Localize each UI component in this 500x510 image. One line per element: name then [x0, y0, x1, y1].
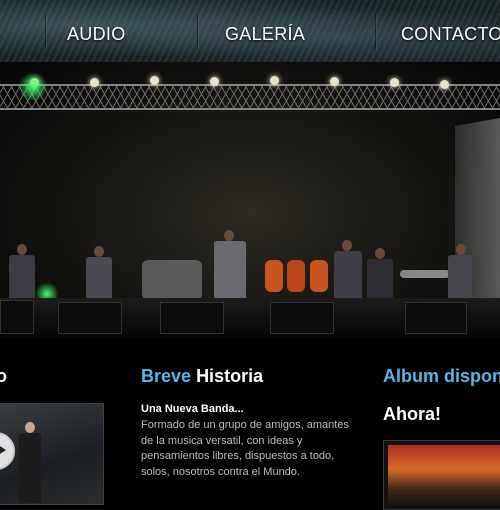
play-icon[interactable]: [0, 432, 15, 470]
conga-drum: [310, 260, 328, 292]
nav-divider: [197, 14, 198, 50]
stage-truss: [0, 84, 500, 110]
video-section-title: o: [0, 366, 7, 386]
stage-light: [330, 77, 339, 86]
nav-divider: [375, 14, 376, 50]
stage-light: [270, 76, 279, 85]
stage-light: [440, 80, 449, 89]
stage-light: [210, 77, 219, 86]
drum-kit: [142, 260, 202, 300]
stage-light: [150, 76, 159, 85]
stage-monitor: [405, 302, 467, 334]
stage-monitor: [58, 302, 122, 334]
nav-item-galeria[interactable]: GALERÍA: [225, 24, 305, 45]
keyboard: [400, 270, 450, 278]
album-title: Album dispon: [383, 366, 500, 386]
album-headline: Ahora!: [383, 404, 441, 424]
historia-title-accent: Breve: [141, 366, 192, 386]
nav-item-contacto[interactable]: CONTACTO: [401, 24, 500, 45]
nav-item-audio[interactable]: AUDIO: [67, 24, 126, 45]
conga-drum: [287, 260, 305, 292]
stage-light: [90, 78, 99, 87]
nav-divider: [45, 14, 46, 50]
conga-drum: [265, 260, 283, 292]
hero-stage-photo: [0, 62, 500, 338]
historia-title: Breve Historia: [141, 366, 263, 387]
video-thumbnail[interactable]: [0, 403, 104, 505]
historia-text: Formado de un grupo de amigos, amantes d…: [141, 419, 349, 478]
green-light: [18, 72, 48, 102]
album-cover-image: [388, 445, 500, 505]
historia-subtitle: Una Nueva Banda...: [141, 403, 244, 415]
stage-monitor: [0, 300, 34, 334]
top-nav: AUDIO GALERÍA CONTACTO: [0, 0, 500, 64]
stage-monitor: [160, 302, 224, 334]
stage-monitor: [270, 302, 334, 334]
historia-title-main: Historia: [196, 366, 264, 386]
stage-light: [390, 78, 399, 87]
